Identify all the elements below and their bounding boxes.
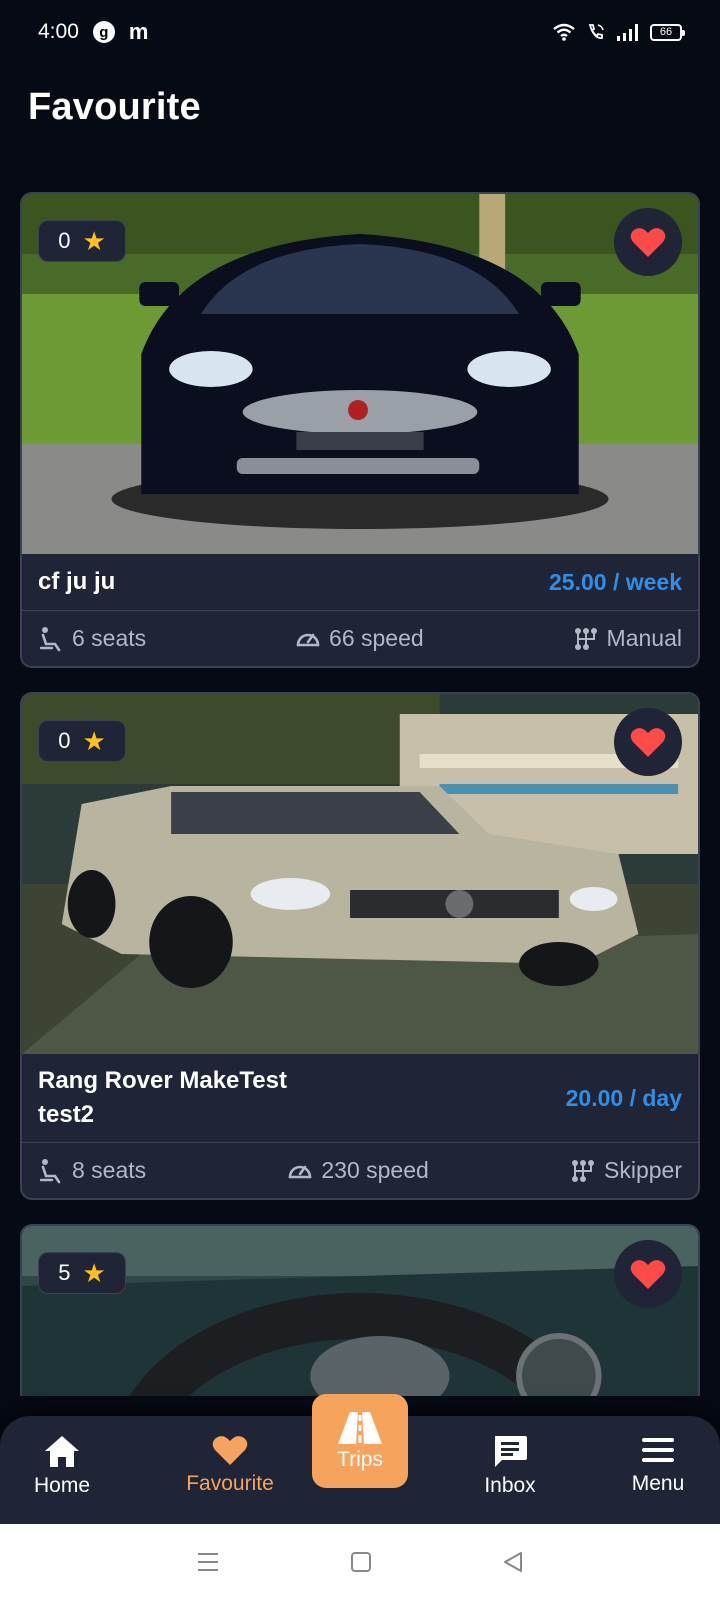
wifi-call-icon: [588, 24, 604, 39]
nav-home-label: Home: [33, 1474, 91, 1497]
page-title: Favourite: [28, 86, 201, 128]
nav-inbox[interactable]: Inbox: [450, 1434, 570, 1498]
speedometer-icon: [296, 633, 320, 646]
star-icon: ★: [82, 726, 106, 756]
seat-icon: [39, 626, 61, 651]
status-right: 66: [552, 22, 685, 42]
recents-icon[interactable]: [196, 1551, 220, 1573]
chat-icon: [495, 1436, 527, 1467]
car-image[interactable]: 0 ★: [22, 694, 698, 1054]
nav-menu-label: Menu: [631, 1472, 685, 1495]
car-card[interactable]: 0 ★ cf ju ju 25.00 / week 6 seats 66 spe…: [20, 192, 700, 668]
transmission-spec: Skipper: [570, 1157, 682, 1184]
seat-icon: [39, 1158, 61, 1183]
status-left: 4:00 g m: [38, 19, 148, 45]
car-price: 20.00 / day: [565, 1084, 682, 1111]
car-image[interactable]: 0 ★: [22, 194, 698, 554]
heart-icon: [212, 1436, 248, 1465]
car-info-row: Rang Rover MakeTest test2 20.00 / day: [22, 1054, 698, 1142]
seats-value: 8 seats: [72, 1157, 147, 1183]
rating-badge: 5 ★: [38, 1252, 126, 1294]
car-card[interactable]: 0 ★ Rang Rover MakeTest test2 20.00 / da…: [20, 692, 700, 1200]
rating-value: 0: [58, 728, 71, 753]
transmission-value: Skipper: [604, 1157, 682, 1183]
car-info-row: cf ju ju 25.00 / week: [22, 554, 698, 610]
nav-trips-button[interactable]: Trips: [312, 1394, 408, 1488]
car-image[interactable]: 5 ★: [22, 1226, 698, 1396]
favourite-heart-button[interactable]: [614, 208, 682, 276]
gearshift-icon: [574, 627, 597, 650]
seats-spec: 8 seats: [38, 1157, 146, 1184]
signal-icon: [617, 24, 638, 41]
road-icon: [338, 1412, 382, 1444]
speed-spec: 66 speed: [295, 625, 424, 652]
car-price: 25.00 / week: [549, 568, 682, 595]
home-square-icon[interactable]: [350, 1551, 372, 1573]
speed-value: 230 speed: [321, 1157, 429, 1183]
speedometer-icon: [289, 1165, 312, 1178]
transmission-value: Manual: [606, 625, 682, 651]
system-navigation-bar: [0, 1524, 720, 1600]
star-icon: ★: [82, 1258, 106, 1288]
seats-value: 6 seats: [72, 625, 147, 651]
favourite-heart-button[interactable]: [614, 708, 682, 776]
car-specs-row: 8 seats 230 speed Skipper: [22, 1142, 698, 1198]
nav-inbox-label: Inbox: [484, 1474, 536, 1497]
nav-trips-label: Trips: [337, 1448, 383, 1471]
favourite-heart-button[interactable]: [614, 1240, 682, 1308]
wifi-icon: [553, 23, 575, 41]
back-icon[interactable]: [502, 1551, 524, 1573]
m-notification-icon: m: [128, 19, 149, 44]
heart-icon: [630, 728, 666, 757]
g-notification-icon: g: [92, 21, 115, 43]
rating-value: 0: [58, 228, 71, 253]
car-name: cf ju ju: [38, 568, 116, 595]
heart-icon: [630, 1260, 666, 1289]
gearshift-icon: [572, 1159, 594, 1182]
car-photo-steering-wheel: [22, 1226, 698, 1396]
status-bar: 4:00 g m 66: [0, 0, 720, 64]
nav-home[interactable]: Home: [2, 1434, 122, 1498]
car-name: Rang Rover MakeTest test2: [38, 1067, 287, 1128]
star-icon: ★: [82, 226, 106, 256]
favourite-list[interactable]: 0 ★ cf ju ju 25.00 / week 6 seats 66 spe…: [20, 192, 700, 1396]
rating-badge: 0 ★: [38, 220, 126, 262]
transmission-spec: Manual: [573, 625, 682, 652]
heart-icon: [630, 228, 666, 257]
rating-badge: 0 ★: [38, 720, 126, 762]
nav-menu[interactable]: Menu: [598, 1434, 718, 1496]
nav-favourite[interactable]: Favourite: [170, 1434, 290, 1496]
home-icon: [45, 1436, 79, 1467]
nav-favourite-label: Favourite: [186, 1472, 274, 1495]
rating-value: 5: [58, 1260, 71, 1285]
speed-spec: 230 speed: [287, 1157, 429, 1184]
speed-value: 66 speed: [329, 625, 424, 651]
battery-icon: 66: [650, 23, 685, 41]
status-time: 4:00: [38, 20, 79, 43]
seats-spec: 6 seats: [38, 625, 146, 652]
hamburger-menu-icon: [642, 1438, 674, 1462]
car-card[interactable]: 5 ★: [20, 1224, 700, 1396]
car-specs-row: 6 seats 66 speed Manual: [22, 610, 698, 666]
